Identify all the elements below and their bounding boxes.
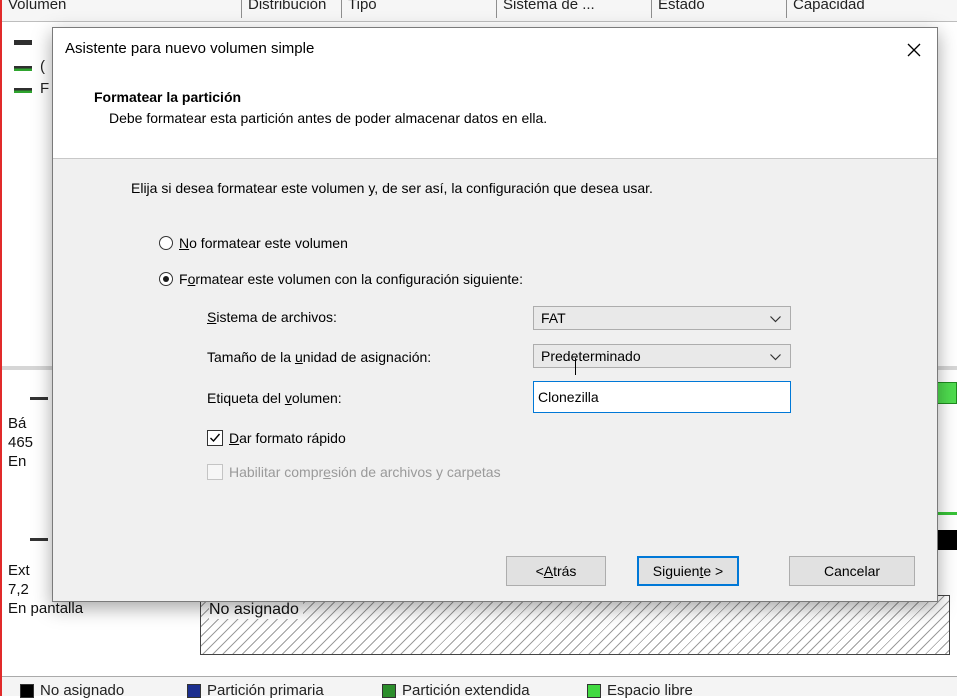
- compression-checkbox[interactable]: Habilitar compresión de archivos y carpe…: [207, 464, 501, 480]
- volume-row-name[interactable]: F: [40, 80, 49, 97]
- instructions-text: Elija si desea formatear este volumen y,…: [131, 180, 653, 196]
- unallocated-label: No asignado: [209, 601, 303, 619]
- unallocated-partition[interactable]: No asignado: [200, 595, 950, 655]
- legend-label: Partición extendida: [402, 682, 530, 699]
- checkbox-box-disabled[interactable]: [207, 464, 223, 480]
- volume-icon: [14, 40, 32, 45]
- page-title: Formatear la partición: [94, 89, 242, 105]
- volume-label-label: Etiqueta del volumen:: [207, 390, 342, 406]
- legend-label: Espacio libre: [607, 682, 693, 699]
- disk-icon: [30, 538, 48, 541]
- cancel-button[interactable]: Cancelar: [789, 556, 915, 586]
- volume-list-header: Volumen Distribución Tipo Sistema de ...…: [2, 0, 957, 22]
- partition-bar[interactable]: [937, 382, 957, 404]
- format-label: Formatear este volumen con la configurac…: [179, 271, 523, 287]
- file-system-select[interactable]: FAT: [533, 306, 791, 330]
- chevron-down-icon: [770, 354, 781, 361]
- volume-icon: [14, 88, 32, 93]
- quick-format-label: Dar formato rápido: [229, 430, 346, 446]
- checkbox-box[interactable]: [207, 430, 223, 446]
- chevron-down-icon: [770, 316, 781, 323]
- legend-label: Partición primaria: [207, 682, 324, 699]
- no-format-label: No formatear este volumen: [179, 235, 348, 251]
- radio-circle[interactable]: [159, 236, 173, 250]
- column-header-type[interactable]: Tipo: [341, 0, 496, 18]
- column-header-volume[interactable]: Volumen: [2, 0, 241, 18]
- wizard-header: Formatear la partición Debe formatear es…: [53, 72, 937, 159]
- checkmark-icon: [210, 433, 221, 443]
- new-simple-volume-wizard: Asistente para nuevo volumen simple Form…: [52, 27, 938, 602]
- volume-label-input[interactable]: [533, 381, 791, 413]
- dialog-title: Asistente para nuevo volumen simple: [65, 40, 315, 57]
- allocation-unit-value: Predeterminado: [541, 348, 641, 364]
- legend: No asignado Partición primaria Partición…: [2, 676, 957, 699]
- text-caret: [575, 358, 576, 375]
- disk-icon: [30, 397, 48, 400]
- close-icon: [907, 43, 921, 57]
- allocation-unit-label: Tamaño de la unidad de asignación:: [207, 349, 432, 365]
- file-system-label: Sistema de archivos:: [207, 309, 337, 325]
- unallocated-bar[interactable]: [937, 530, 957, 550]
- page-subtitle: Debe formatear esta partición antes de p…: [109, 110, 548, 126]
- next-button[interactable]: Siguien t e >: [637, 556, 739, 586]
- column-header-filesystem[interactable]: Sistema de ...: [496, 0, 651, 18]
- volume-icon: [14, 66, 32, 71]
- file-system-value: FAT: [541, 310, 566, 326]
- dialog-titlebar[interactable]: Asistente para nuevo volumen simple: [53, 28, 937, 72]
- compression-label: Habilitar compresión de archivos y carpe…: [229, 464, 501, 480]
- column-header-capacity[interactable]: Capacidad: [786, 0, 957, 18]
- partition-bar: [937, 512, 957, 515]
- allocation-unit-select[interactable]: Predeterminado: [533, 344, 791, 368]
- legend-label: No asignado: [40, 682, 125, 699]
- volume-row-name[interactable]: (: [40, 58, 45, 75]
- column-header-layout[interactable]: Distribución: [241, 0, 341, 18]
- radio-circle-selected[interactable]: [159, 272, 173, 286]
- column-header-status[interactable]: Estado: [651, 0, 786, 18]
- quick-format-checkbox[interactable]: Dar formato rápido: [207, 430, 346, 446]
- back-button[interactable]: < Atrás: [506, 556, 606, 586]
- close-button[interactable]: [897, 34, 931, 66]
- format-radio[interactable]: Formatear este volumen con la configurac…: [159, 271, 523, 287]
- no-format-radio[interactable]: No formatear este volumen: [159, 235, 348, 251]
